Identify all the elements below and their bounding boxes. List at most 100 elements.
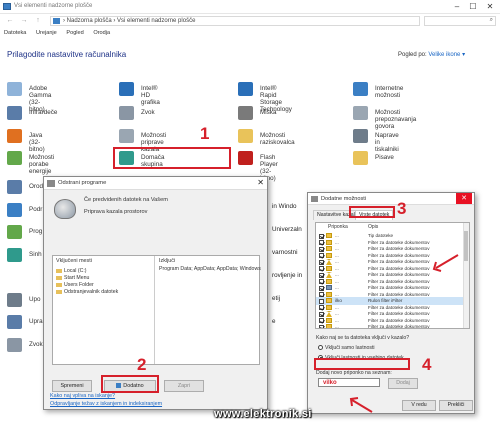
control-panel-icon [53, 18, 60, 24]
cp-item-label[interactable]: in Windo [272, 203, 297, 210]
control-panel-item-icon [7, 315, 22, 329]
cp-item-label: Prog [29, 228, 43, 235]
mouse-icon [238, 106, 253, 120]
close-icon[interactable]: ✕ [257, 178, 264, 187]
extension-input[interactable]: vilko [318, 378, 380, 387]
cancel-button[interactable]: Prekliči [439, 400, 473, 411]
explorer-options-icon [238, 129, 253, 143]
file-type-icon [326, 304, 332, 310]
indexing-info: Priprava kazala prostorov [84, 209, 148, 215]
window-title: Vsi elementi nadzorne plošče [14, 3, 93, 9]
title-bar: Vsi elementi nadzorne plošče – ☐ ✕ [0, 0, 500, 14]
highlight-indexing-options [113, 147, 231, 169]
included-locations-panel: Vključeni mesti Local (C:) Start Menu Us… [52, 255, 261, 365]
dialog-title-bar: Dodatne možnosti ✕ [308, 193, 474, 205]
extension-text: ... [335, 324, 339, 329]
back-button[interactable]: ← [6, 16, 14, 26]
file-type-icon [326, 265, 332, 271]
page-title: Prilagodite nastavitve računalnika [7, 50, 127, 59]
menu-file[interactable]: Datoteka [4, 30, 26, 36]
modify-button[interactable]: Spremeni [52, 380, 92, 392]
scrollbar[interactable] [463, 223, 469, 328]
internet-options-icon [353, 82, 368, 96]
list-item[interactable]: Local (C:) [56, 268, 87, 274]
help-link-search[interactable]: Kako naj vpliva na iskanje? [50, 393, 115, 399]
cp-item-label[interactable]: etij [272, 295, 280, 302]
cp-item-label: Internetne možnosti [375, 85, 404, 99]
folder-icon [56, 282, 62, 287]
folder-icon [56, 268, 62, 273]
file-type-icon [326, 324, 332, 328]
address-field[interactable]: › Nadzorna plošča › Vsi elementi nadzorn… [50, 16, 420, 26]
ok-button[interactable]: V redu [402, 400, 436, 411]
cp-item-label: Upo [29, 296, 41, 303]
cp-item-label: Zvok [141, 109, 155, 116]
cp-item-label[interactable]: Univerzaln [272, 226, 302, 233]
view-by-label: Pogled po: [398, 52, 427, 58]
annotation-1: 1 [200, 124, 210, 143]
menu-tools[interactable]: Orodja [93, 30, 110, 36]
cp-item-label: Upra [29, 318, 43, 325]
minimize-button[interactable]: – [450, 1, 464, 12]
intel-hd-icon [119, 82, 134, 96]
list-item[interactable]: Start Menu [56, 275, 89, 281]
cp-item-label: Možnosti prepoznavanja govora [375, 109, 417, 130]
watermark: www.elektronik.si [214, 408, 312, 420]
column-header-excluded: Izključi [159, 258, 176, 264]
file-type-icon [326, 291, 332, 297]
infrared-icon [7, 106, 22, 120]
scrollbar-thumb[interactable] [464, 231, 468, 261]
add-button[interactable]: Dodaj [388, 378, 418, 389]
file-type-icon [326, 317, 332, 323]
close-button[interactable]: Zapri [164, 380, 204, 392]
control-panel-item-icon [7, 338, 22, 352]
menu-bar: Datoteka Urejanje Pogled Orodja [4, 30, 118, 39]
menu-view[interactable]: Pogled [66, 30, 83, 36]
radio-properties-only[interactable]: Vključi samo lastnosti [318, 345, 375, 351]
radio-button[interactable] [318, 345, 323, 351]
dialog-title: Odstrani programe [58, 180, 107, 186]
cp-item-label[interactable]: e [272, 318, 276, 325]
cp-item-label[interactable]: varnostni [272, 249, 298, 256]
index-question: Kako naj se ta datoteka vključi v kazalo… [316, 335, 410, 341]
cp-item-label: Sinh [29, 251, 42, 258]
dialog-title-bar: Odstrani programe ✕ [44, 177, 267, 190]
search-icon: ⌕ [489, 17, 493, 23]
checkbox[interactable] [319, 324, 324, 328]
up-button[interactable]: ↑ [34, 16, 42, 26]
control-panel-item-icon [7, 225, 22, 239]
address-path: › Nadzorna plošča › Vsi elementi nadzorn… [63, 18, 196, 24]
list-item[interactable]: Odstranjevalnik datotek [56, 289, 118, 295]
control-panel-item-icon [7, 180, 22, 194]
cp-item-label: Zvok [29, 341, 43, 348]
control-panel-item-icon [7, 203, 22, 217]
annotation-2: 2 [137, 355, 147, 374]
devices-icon [353, 129, 368, 143]
description-text: Filter za datoteke dokumentov [368, 324, 430, 329]
cp-item-label[interactable]: rovljenje in [272, 272, 302, 279]
fonts-icon [353, 151, 368, 165]
close-icon[interactable]: ✕ [456, 193, 472, 204]
forward-button[interactable]: → [20, 16, 28, 26]
highlight-file-types-tab [349, 206, 395, 218]
view-by: Pogled po: Velike ikone ▾ [398, 51, 465, 58]
list-item[interactable]: ... Filter za datoteke dokumentov [316, 323, 465, 329]
cp-item-label: Možnosti porabe energije [29, 154, 55, 175]
file-type-icon [326, 298, 332, 303]
cp-item-label: Naprave in tiskalniki [375, 132, 399, 153]
menu-edit[interactable]: Urejanje [36, 30, 57, 36]
search-input[interactable]: ⌕ [424, 16, 496, 26]
file-type-icon [326, 285, 332, 290]
cp-item-label: Možnosti raziskovalca [260, 132, 295, 146]
help-link-troubleshoot[interactable]: Odpravljanje težav z iskanjem in indeksi… [50, 401, 162, 407]
highlight-advanced-button [101, 375, 159, 393]
file-type-icon [326, 239, 332, 245]
view-by-dropdown[interactable]: Velike ikone ▾ [428, 52, 465, 58]
close-button[interactable]: ✕ [483, 1, 497, 12]
indexing-icon [54, 199, 76, 219]
list-item[interactable]: Users Folder [56, 282, 94, 288]
column-header-included: Vključeni mesti [56, 258, 92, 264]
cp-item-label: Podr [29, 206, 43, 213]
control-panel-item-icon [7, 248, 22, 262]
maximize-button[interactable]: ☐ [466, 1, 480, 12]
